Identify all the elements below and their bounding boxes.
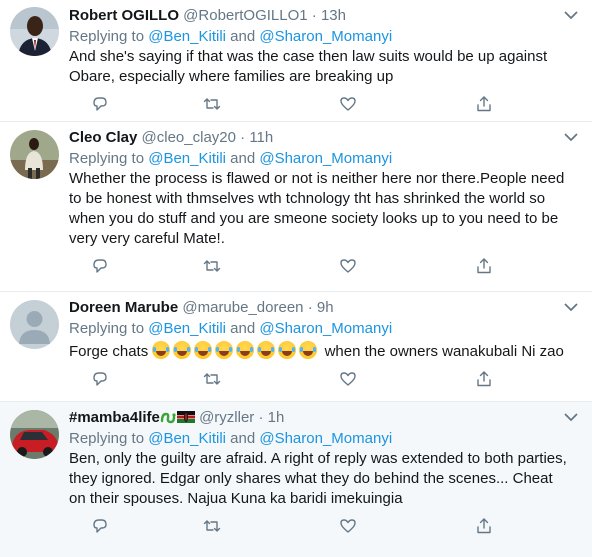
laughing-crying-emoji-icon <box>152 341 171 359</box>
separator: · <box>240 129 246 146</box>
tweet[interactable]: Robert OGILLO @RobertOGILLO1 · 13h Reply… <box>0 0 592 122</box>
laughing-crying-emoji-icon <box>257 341 276 359</box>
share-icon[interactable] <box>475 257 493 275</box>
tweet[interactable]: Cleo Clay @cleo_clay20 · 11h Replying to… <box>0 122 592 292</box>
tweet-text: And she's saying if that was the case th… <box>69 48 548 85</box>
share-icon[interactable] <box>475 95 493 113</box>
timestamp[interactable]: 13h <box>321 7 346 24</box>
avatar[interactable] <box>10 300 59 349</box>
tweet-actions <box>69 249 592 283</box>
author-name[interactable]: Cleo Clay <box>69 129 137 146</box>
mention-link[interactable]: @Ben_Kitili <box>148 320 226 337</box>
timestamp[interactable]: 1h <box>268 409 285 426</box>
laughing-crying-emoji-icon <box>215 341 234 359</box>
emoji-row <box>152 341 320 360</box>
like-icon[interactable] <box>339 257 357 275</box>
author-handle[interactable]: @marube_doreen <box>182 299 303 316</box>
like-icon[interactable] <box>339 370 357 388</box>
author-handle[interactable]: @ryzller <box>199 409 254 426</box>
chevron-down-icon[interactable] <box>564 302 578 312</box>
tweet-text: Ben, only the guilty are afraid. A right… <box>69 450 567 507</box>
chevron-down-icon[interactable] <box>564 412 578 422</box>
laughing-crying-emoji-icon <box>278 341 297 359</box>
timestamp[interactable]: 11h <box>249 129 273 146</box>
retweet-icon[interactable] <box>203 517 221 535</box>
tweet-text-suffix: when the owners wanakubali Ni zao <box>324 343 564 360</box>
share-icon[interactable] <box>475 517 493 535</box>
reply-icon[interactable] <box>91 517 109 535</box>
laughing-crying-emoji-icon <box>236 341 255 359</box>
tweet[interactable]: #mamba4life @ryzller · 1h Replying to @B… <box>0 402 592 557</box>
tweet-actions <box>69 87 592 121</box>
mention-link[interactable]: @Sharon_Momanyi <box>259 28 392 45</box>
chevron-down-icon[interactable] <box>564 10 578 20</box>
replying-to: Replying to @Ben_Kitili and @Sharon_Moma… <box>69 320 393 337</box>
avatar[interactable] <box>10 7 59 56</box>
tweet-text: Forge chats when the owners wanakubali N… <box>69 339 592 362</box>
mention-link[interactable]: @Ben_Kitili <box>148 150 226 167</box>
separator: · <box>311 7 317 24</box>
laughing-crying-emoji-icon <box>299 341 318 359</box>
replying-to: Replying to @Ben_Kitili and @Sharon_Moma… <box>69 150 393 167</box>
replying-to: Replying to @Ben_Kitili and @Sharon_Moma… <box>69 430 393 447</box>
laughing-crying-emoji-icon <box>173 341 192 359</box>
mention-link[interactable]: @Sharon_Momanyi <box>259 320 392 337</box>
tweet-text: Whether the process is flawed or not is … <box>69 170 565 247</box>
reply-icon[interactable] <box>91 257 109 275</box>
avatar[interactable] <box>10 410 59 459</box>
timestamp[interactable]: 9h <box>317 299 334 316</box>
tweet-text-prefix: Forge chats <box>69 343 149 360</box>
share-icon[interactable] <box>475 370 493 388</box>
tweet[interactable]: Doreen Marube @marube_doreen · 9h Replyi… <box>0 292 592 402</box>
retweet-icon[interactable] <box>203 257 221 275</box>
like-icon[interactable] <box>339 517 357 535</box>
snake-icon <box>160 412 176 424</box>
tweet-actions <box>69 362 592 396</box>
reply-icon[interactable] <box>91 370 109 388</box>
separator: · <box>307 299 313 316</box>
laughing-crying-emoji-icon <box>194 341 213 359</box>
reply-icon[interactable] <box>91 95 109 113</box>
retweet-icon[interactable] <box>203 95 221 113</box>
replying-to: Replying to @Ben_Kitili and @Sharon_Moma… <box>69 28 393 45</box>
author-handle[interactable]: @cleo_clay20 <box>142 129 236 146</box>
author-handle[interactable]: @RobertOGILLO1 <box>183 7 307 24</box>
mention-link[interactable]: @Ben_Kitili <box>148 28 226 45</box>
retweet-icon[interactable] <box>203 370 221 388</box>
avatar[interactable] <box>10 130 59 179</box>
like-icon[interactable] <box>339 95 357 113</box>
separator: · <box>258 409 264 426</box>
author-name[interactable]: Robert OGILLO <box>69 7 179 24</box>
author-name[interactable]: #mamba4life <box>69 409 199 426</box>
author-name[interactable]: Doreen Marube <box>69 299 178 316</box>
mention-link[interactable]: @Sharon_Momanyi <box>259 430 392 447</box>
mention-link[interactable]: @Ben_Kitili <box>148 430 226 447</box>
mention-link[interactable]: @Sharon_Momanyi <box>259 150 392 167</box>
chevron-down-icon[interactable] <box>564 132 578 142</box>
kenya-flag-icon <box>176 411 195 423</box>
tweet-actions <box>69 509 592 543</box>
